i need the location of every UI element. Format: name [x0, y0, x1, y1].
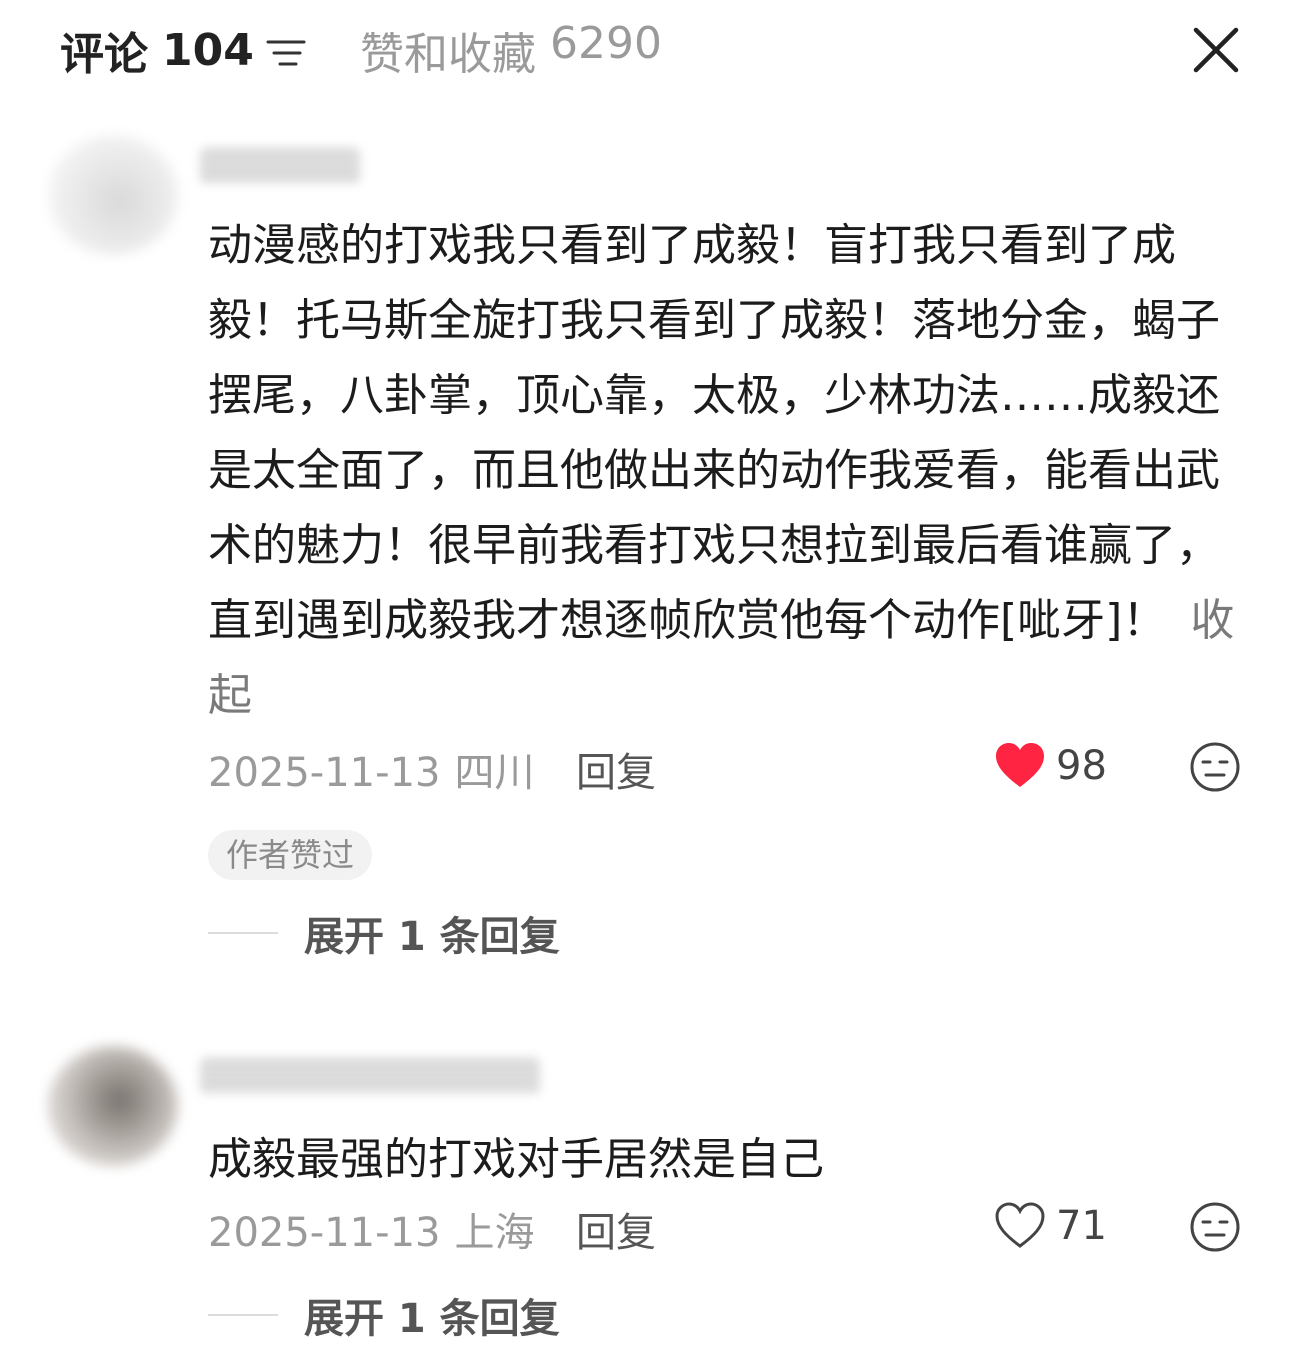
- tab-likes-count: 6290: [550, 18, 662, 69]
- comment-location: 四川: [454, 750, 535, 796]
- expand-replies-label: 展开 1 条回复: [304, 1296, 560, 1342]
- username[interactable]: [200, 148, 360, 184]
- comment-body: 动漫感的打戏我只看到了成毅！盲打我只看到了成毅！托马斯全旋打我只看到了成毅！落地…: [208, 220, 1220, 646]
- author-liked-badge: 作者赞过: [208, 830, 373, 880]
- dislike-face-icon[interactable]: [1188, 1200, 1242, 1254]
- comments-header: 评论 104 赞和收藏 6290: [0, 0, 1290, 100]
- tab-comments-count: 104: [162, 24, 254, 76]
- like-count: 98: [1056, 743, 1107, 789]
- avatar[interactable]: [48, 1046, 178, 1166]
- expand-replies[interactable]: 展开 1 条回复: [208, 1290, 560, 1342]
- tab-comments[interactable]: 评论 104: [60, 18, 306, 82]
- tab-comments-label: 评论: [60, 29, 148, 80]
- sort-icon[interactable]: [266, 38, 306, 68]
- like-button[interactable]: 98: [994, 742, 1107, 790]
- comment-date: 2025-11-13: [208, 750, 441, 796]
- divider-line: [208, 932, 278, 934]
- comment-meta: 2025-11-13 四川 回复 98: [208, 740, 1268, 800]
- tab-likes-and-favorites[interactable]: 赞和收藏 6290: [360, 18, 662, 82]
- comment-meta: 2025-11-13 上海 回复 71: [208, 1200, 1268, 1260]
- divider-line: [208, 1314, 278, 1316]
- comment-location: 上海: [454, 1210, 535, 1256]
- heart-outline-icon: [995, 1202, 1045, 1248]
- dislike-face-icon[interactable]: [1188, 740, 1242, 794]
- close-icon[interactable]: [1190, 24, 1242, 76]
- username[interactable]: [200, 1058, 540, 1094]
- comment-body: 成毅最强的打戏对手居然是自己: [208, 1134, 824, 1185]
- comment-date-location: 2025-11-13 四川: [208, 740, 534, 798]
- avatar[interactable]: [48, 135, 178, 255]
- reply-button[interactable]: 回复: [576, 1200, 656, 1258]
- reply-button[interactable]: 回复: [576, 740, 656, 798]
- comment-text: 成毅最强的打戏对手居然是自己: [208, 1122, 1248, 1197]
- like-count: 71: [1056, 1203, 1107, 1249]
- tab-likes-label: 赞和收藏: [360, 29, 536, 80]
- comment-text: 动漫感的打戏我只看到了成毅！盲打我只看到了成毅！托马斯全旋打我只看到了成毅！落地…: [208, 208, 1248, 733]
- like-button[interactable]: 71: [994, 1202, 1107, 1250]
- comment-date: 2025-11-13: [208, 1210, 441, 1256]
- expand-replies-label: 展开 1 条回复: [304, 914, 560, 960]
- expand-replies[interactable]: 展开 1 条回复: [208, 908, 560, 960]
- comment-date-location: 2025-11-13 上海: [208, 1200, 534, 1258]
- heart-filled-icon: [996, 743, 1044, 787]
